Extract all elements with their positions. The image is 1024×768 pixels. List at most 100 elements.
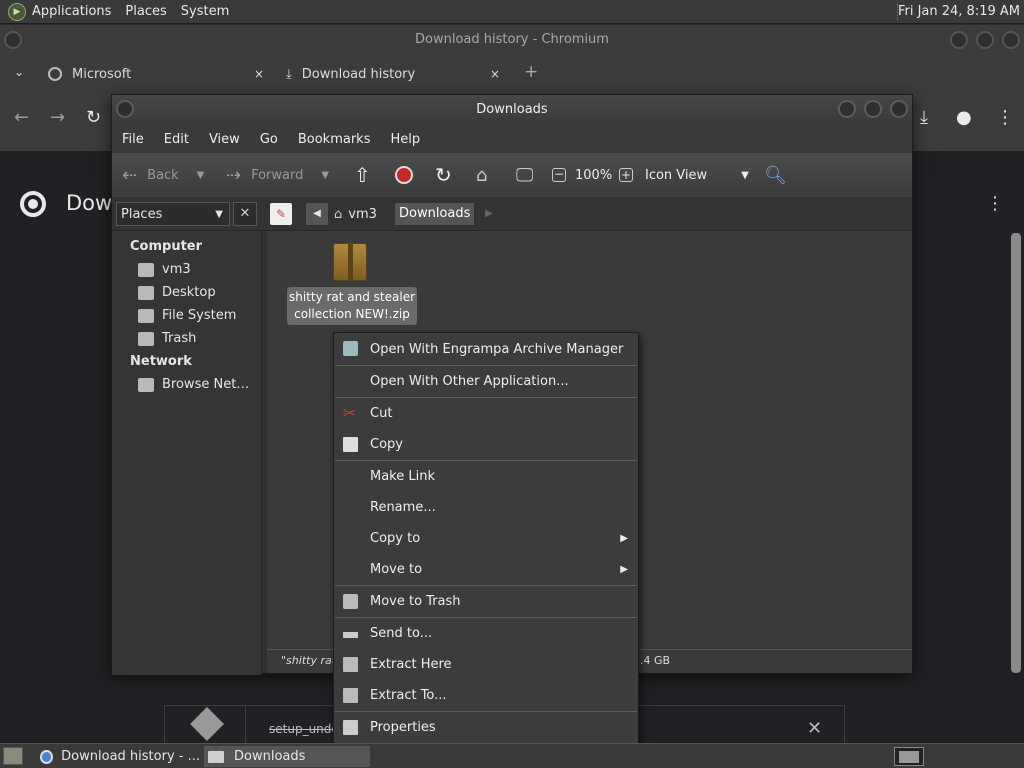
close-tab-icon[interactable]: × <box>490 67 500 81</box>
maximize-button[interactable] <box>976 31 994 49</box>
reload-icon[interactable]: ↻ <box>86 107 101 128</box>
file-manager-titlebar[interactable]: Downloads <box>112 95 912 125</box>
menu-help[interactable]: Help <box>390 132 420 147</box>
search-icon: 🔍︎ <box>764 164 787 186</box>
menu-item-copy-to[interactable]: Copy to ▶ <box>334 523 638 554</box>
downloads-icon[interactable]: ⤓ <box>920 107 928 128</box>
close-tab-icon[interactable]: × <box>254 67 264 81</box>
search-button[interactable]: 🔍︎ <box>764 153 787 197</box>
up-button[interactable]: ⇧ <box>354 153 371 197</box>
forward-arrow-icon[interactable]: → <box>50 107 65 128</box>
zip-archive-icon[interactable] <box>333 243 367 281</box>
chromium-icon <box>40 749 54 764</box>
path-button-downloads[interactable]: Downloads <box>395 203 475 225</box>
reload-button[interactable]: ↻ <box>435 153 452 197</box>
extract-icon <box>343 688 358 703</box>
stop-button[interactable] <box>395 153 413 197</box>
folder-icon <box>208 750 224 763</box>
remove-download-icon[interactable]: ✕ <box>807 718 822 739</box>
scrollbar[interactable] <box>1011 233 1021 673</box>
computer-icon: 🖵 <box>516 164 534 186</box>
forward-dropdown-icon[interactable]: ▼ <box>321 170 329 181</box>
menu-go[interactable]: Go <box>260 132 278 147</box>
places-selector[interactable]: Places ▼ <box>116 202 230 226</box>
close-button[interactable] <box>890 100 908 118</box>
home-button[interactable]: ⌂ <box>476 153 487 197</box>
window-menu-button[interactable] <box>116 100 134 118</box>
places-menu[interactable]: Places <box>125 4 174 19</box>
clock[interactable]: Fri Jan 24, 8:19 AM <box>898 4 1020 19</box>
menu-kebab-icon[interactable]: ⋮ <box>996 107 1014 128</box>
download-filename[interactable]: setup_unde <box>269 722 339 736</box>
tab-search-chevron-icon[interactable]: ⌄ <box>14 65 24 79</box>
menu-item-cut[interactable]: ✂ Cut <box>334 398 638 429</box>
menu-item-move-to-trash[interactable]: Move to Trash <box>334 586 638 617</box>
menu-item-properties[interactable]: Properties <box>334 712 638 743</box>
back-dropdown-icon[interactable]: ▼ <box>197 170 205 181</box>
tab-label: Microsoft <box>72 66 132 82</box>
menu-item-send-to[interactable]: Send to... <box>334 618 638 649</box>
chevron-down-icon: ▼ <box>215 208 223 220</box>
menu-item-copy[interactable]: Copy <box>334 429 638 460</box>
computer-button[interactable]: 🖵 <box>516 153 533 197</box>
sidebar-item-desktop[interactable]: Desktop <box>112 281 261 304</box>
submenu-arrow-icon: ▶ <box>620 564 628 575</box>
menu-item-make-link[interactable]: Make Link <box>334 461 638 492</box>
back-button[interactable]: ⇠ Back ▼ <box>122 153 204 197</box>
download-icon: ⤓ <box>286 66 292 82</box>
menu-item-rename[interactable]: Rename... <box>334 492 638 523</box>
home-folder-icon: ⌂ <box>476 164 488 186</box>
path-button-vm3[interactable]: ⌂ vm3 <box>334 203 377 225</box>
sidebar-item-file-system[interactable]: File System <box>112 304 261 327</box>
menu-view[interactable]: View <box>209 132 240 147</box>
sidebar-item-browse-network[interactable]: Browse Net… <box>112 373 261 396</box>
chevron-down-icon: ▼ <box>741 169 749 181</box>
applications-menu[interactable]: Applications <box>32 4 119 19</box>
path-forward-arrow[interactable]: ▶ <box>478 203 500 225</box>
menu-file[interactable]: File <box>122 132 144 147</box>
file-label[interactable]: shitty rat and stealer collection NEW!.z… <box>287 287 417 325</box>
minimize-button[interactable] <box>950 31 968 49</box>
zoom-level[interactable]: 100% <box>575 153 612 197</box>
send-icon <box>343 630 358 638</box>
sidebar-item-trash[interactable]: Trash <box>112 327 261 350</box>
reload-icon: ↻ <box>435 163 452 187</box>
zoom-out-icon: − <box>552 167 566 182</box>
minimize-button[interactable] <box>838 100 856 118</box>
tab-strip: ⌄ Microsoft × ⤓ Download history × + <box>0 55 1024 93</box>
forward-button[interactable]: ⇢ Forward ▼ <box>226 153 329 197</box>
close-sidebar-button[interactable]: ✕ <box>233 202 257 226</box>
zoom-out-button[interactable]: − <box>552 153 566 197</box>
workspace-switcher[interactable] <box>894 747 924 766</box>
chromium-titlebar[interactable]: Download history - Chromium <box>0 25 1024 55</box>
maximize-button[interactable] <box>864 100 882 118</box>
distro-logo-icon[interactable]: ▶ <box>8 2 26 21</box>
menu-item-open-with-other[interactable]: Open With Other Application... <box>334 366 638 397</box>
menu-item-open-with-engrampa[interactable]: Open With Engrampa Archive Manager <box>334 333 638 365</box>
menu-bookmarks[interactable]: Bookmarks <box>298 132 371 147</box>
system-menu[interactable]: System <box>181 4 237 19</box>
sidebar-item-vm3[interactable]: vm3 <box>112 258 261 281</box>
menu-item-extract-to[interactable]: Extract To... <box>334 680 638 711</box>
task-downloads[interactable]: Downloads <box>204 746 370 767</box>
menu-item-extract-here[interactable]: Extract Here <box>334 649 638 680</box>
places-sidebar: Computer vm3 Desktop File System Trash N… <box>112 231 262 675</box>
back-arrow-icon[interactable]: ← <box>14 107 29 128</box>
menu-item-move-to[interactable]: Move to ▶ <box>334 554 638 585</box>
new-tab-button[interactable]: + <box>524 62 538 82</box>
window-menu-button[interactable] <box>4 31 22 49</box>
view-mode-select[interactable]: Icon View ▼ <box>645 153 749 197</box>
path-back-arrow[interactable]: ◀ <box>306 203 328 225</box>
task-chromium[interactable]: Download history - ... <box>36 746 200 767</box>
tab-download-history[interactable]: ⤓ Download history × <box>286 57 500 91</box>
edit-location-button[interactable]: ✎ <box>270 203 292 225</box>
menu-edit[interactable]: Edit <box>164 132 189 147</box>
page-menu-kebab-icon[interactable]: ⋮ <box>986 193 1004 214</box>
submenu-arrow-icon: ▶ <box>620 533 628 544</box>
up-arrow-icon: ⇧ <box>354 163 371 187</box>
close-button[interactable] <box>1002 31 1020 49</box>
tab-microsoft[interactable]: Microsoft × <box>48 57 264 91</box>
profile-icon[interactable]: ● <box>956 107 972 128</box>
zoom-in-button[interactable]: + <box>619 153 633 197</box>
show-desktop-button[interactable] <box>3 747 23 765</box>
